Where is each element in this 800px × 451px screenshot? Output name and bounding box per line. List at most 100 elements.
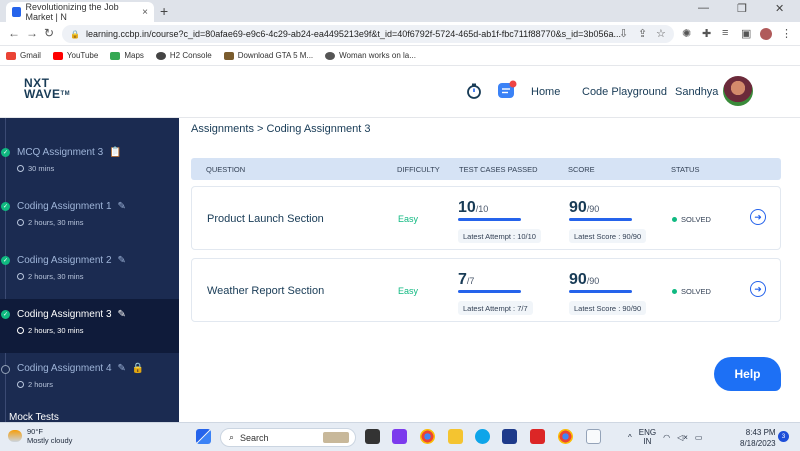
share-icon[interactable]: ⇪: [638, 27, 647, 40]
clipboard-icon: 📋: [109, 147, 122, 158]
score-progress: [569, 290, 632, 293]
status-badge: SOLVED: [672, 215, 711, 224]
taskbar: 90°F Mostly cloudy ⌕ Search ^ ENG IN ◠ ◁…: [0, 422, 800, 451]
teams-icon[interactable]: [392, 429, 407, 444]
score-value: 90/90: [569, 199, 600, 216]
maps-icon: [110, 51, 121, 60]
profile-avatar-icon[interactable]: [760, 28, 772, 40]
forward-icon[interactable]: →: [26, 26, 38, 40]
app-header: NXT WAVETM Home Code Playground Sandhya: [0, 66, 800, 118]
browser-tab-bar: Revolutionizing the Job Market | N × + —…: [0, 0, 800, 22]
sidebar-item-coding-assignment-3[interactable]: ✓ Coding Assignment 3 ✎ 2 hours, 30 mins: [0, 299, 179, 353]
edit-icon: ✎: [117, 309, 126, 320]
reading-list-icon[interactable]: ≡: [722, 27, 728, 39]
tab-close-icon[interactable]: ×: [142, 7, 148, 18]
bookmark-star-icon[interactable]: ☆: [656, 27, 666, 40]
youtube-icon: [52, 51, 63, 60]
volume-icon[interactable]: ◁×: [677, 433, 688, 442]
edge-icon[interactable]: [475, 429, 490, 444]
sidebar-item-mcq-assignment-3[interactable]: ✓ MCQ Assignment 3 📋 30 mins: [0, 126, 179, 180]
chat-notification-icon[interactable]: [497, 80, 517, 100]
minimize-icon[interactable]: —: [698, 2, 709, 14]
nav-code-playground[interactable]: Code Playground: [582, 86, 667, 98]
latest-attempt: Latest Attempt : 7/7: [458, 301, 533, 315]
sidebar-item-coding-assignment-2[interactable]: ✓ Coding Assignment 2 ✎ 2 hours, 30 mins: [0, 234, 179, 288]
column-score: SCORE: [568, 165, 595, 174]
reload-icon[interactable]: ↻: [44, 26, 54, 40]
sidebar-item-duration: 2 hours, 30 mins: [28, 272, 84, 281]
sidebar-section-mock-tests[interactable]: Mock Tests: [9, 412, 59, 422]
sidebar-item-coding-assignment-4[interactable]: Coding Assignment 4 ✎ 🔒 2 hours: [0, 353, 179, 407]
arrow-right-icon[interactable]: ➜: [750, 209, 766, 225]
bookmark-maps[interactable]: Maps: [110, 51, 144, 60]
browser-tab[interactable]: Revolutionizing the Job Market | N ×: [6, 2, 154, 22]
bookmark-gta[interactable]: Download GTA 5 M...: [223, 51, 313, 60]
test-cases-progress: [458, 218, 521, 221]
file-explorer-icon[interactable]: [448, 429, 463, 444]
store-icon[interactable]: [502, 429, 517, 444]
extension-icon[interactable]: ✺: [682, 27, 691, 40]
score-progress: [569, 218, 632, 221]
score-value: 90/90: [569, 271, 600, 288]
nav-home[interactable]: Home: [531, 86, 560, 98]
window-close-icon[interactable]: ✕: [775, 2, 784, 15]
weather-widget[interactable]: 90°F Mostly cloudy: [8, 427, 72, 445]
circle-icon: [1, 365, 10, 374]
latest-attempt: Latest Attempt : 10/10: [458, 229, 541, 243]
edit-icon: ✎: [117, 255, 126, 266]
nxtwave-logo[interactable]: NXT WAVETM: [24, 77, 70, 100]
check-icon: ✓: [1, 202, 10, 211]
avatar[interactable]: [723, 76, 753, 106]
back-icon[interactable]: ←: [8, 26, 20, 40]
wps-icon[interactable]: [530, 429, 545, 444]
language-indicator[interactable]: ENG IN: [639, 428, 656, 446]
snipping-tool-icon[interactable]: [586, 429, 601, 444]
install-icon[interactable]: ⇩: [619, 27, 628, 40]
lock-icon: 🔒: [131, 363, 145, 374]
help-button[interactable]: Help: [714, 357, 781, 391]
cloud-icon: [8, 430, 22, 442]
chrome-profile-icon[interactable]: [558, 429, 573, 444]
side-panel-icon[interactable]: ▣: [741, 27, 751, 40]
sidebar-item-label: Coding Assignment 4: [17, 363, 112, 374]
bookmark-gmail[interactable]: Gmail: [6, 51, 41, 60]
chevron-up-icon[interactable]: ^: [628, 433, 632, 442]
sidebar-item-duration: 30 mins: [28, 164, 55, 173]
page-icon: [325, 51, 336, 60]
task-view-icon[interactable]: [365, 429, 380, 444]
gmail-icon: [6, 51, 16, 60]
new-tab-button[interactable]: +: [160, 3, 168, 19]
sidebar-item-duration: 2 hours, 30 mins: [28, 218, 84, 227]
restore-icon[interactable]: ❐: [737, 2, 747, 15]
breadcrumb: Assignments > Coding Assignment 3: [191, 123, 371, 135]
bookmark-h2-console[interactable]: H2 Console: [155, 51, 212, 60]
chrome-icon[interactable]: [420, 429, 435, 444]
status-dot-icon: [672, 289, 677, 294]
question-name[interactable]: Product Launch Section: [207, 213, 324, 225]
chrome-menu-icon[interactable]: ⋮: [781, 27, 792, 40]
lock-icon: 🔒: [70, 29, 80, 39]
address-bar[interactable]: 🔒 learning.ccbp.in/course?c_id=80afae69-…: [62, 25, 674, 43]
windows-start-icon[interactable]: [196, 429, 211, 444]
question-name[interactable]: Weather Report Section: [207, 285, 324, 297]
clock-icon: [17, 219, 24, 226]
test-cases-value: 7/7: [458, 271, 475, 288]
arrow-right-icon[interactable]: ➜: [750, 281, 766, 297]
sidebar-item-duration: 2 hours: [28, 380, 54, 389]
check-icon: ✓: [1, 310, 10, 319]
bookmark-youtube[interactable]: YouTube: [52, 51, 98, 60]
table-row[interactable]: Product Launch Section Easy 10/10 Latest…: [191, 186, 781, 250]
difficulty-label: Easy: [398, 286, 419, 296]
puzzle-icon[interactable]: ✚: [702, 27, 711, 40]
taskbar-clock[interactable]: 8:43 PM 8/18/2023: [740, 427, 776, 449]
notification-badge[interactable]: 3: [778, 431, 789, 442]
globe-icon: [155, 51, 166, 60]
address-row: ← → ↻ 🔒 learning.ccbp.in/course?c_id=80a…: [0, 22, 800, 46]
bookmark-woman-works[interactable]: Woman works on la...: [325, 51, 416, 60]
wifi-icon[interactable]: ◠: [663, 433, 670, 442]
table-row[interactable]: Weather Report Section Easy 7/7 Latest A…: [191, 258, 781, 322]
taskbar-search[interactable]: ⌕ Search: [220, 428, 356, 447]
stopwatch-icon[interactable]: [465, 82, 483, 100]
sidebar-item-coding-assignment-1[interactable]: ✓ Coding Assignment 1 ✎ 2 hours, 30 mins: [0, 180, 179, 234]
battery-icon[interactable]: ▭: [695, 433, 703, 442]
